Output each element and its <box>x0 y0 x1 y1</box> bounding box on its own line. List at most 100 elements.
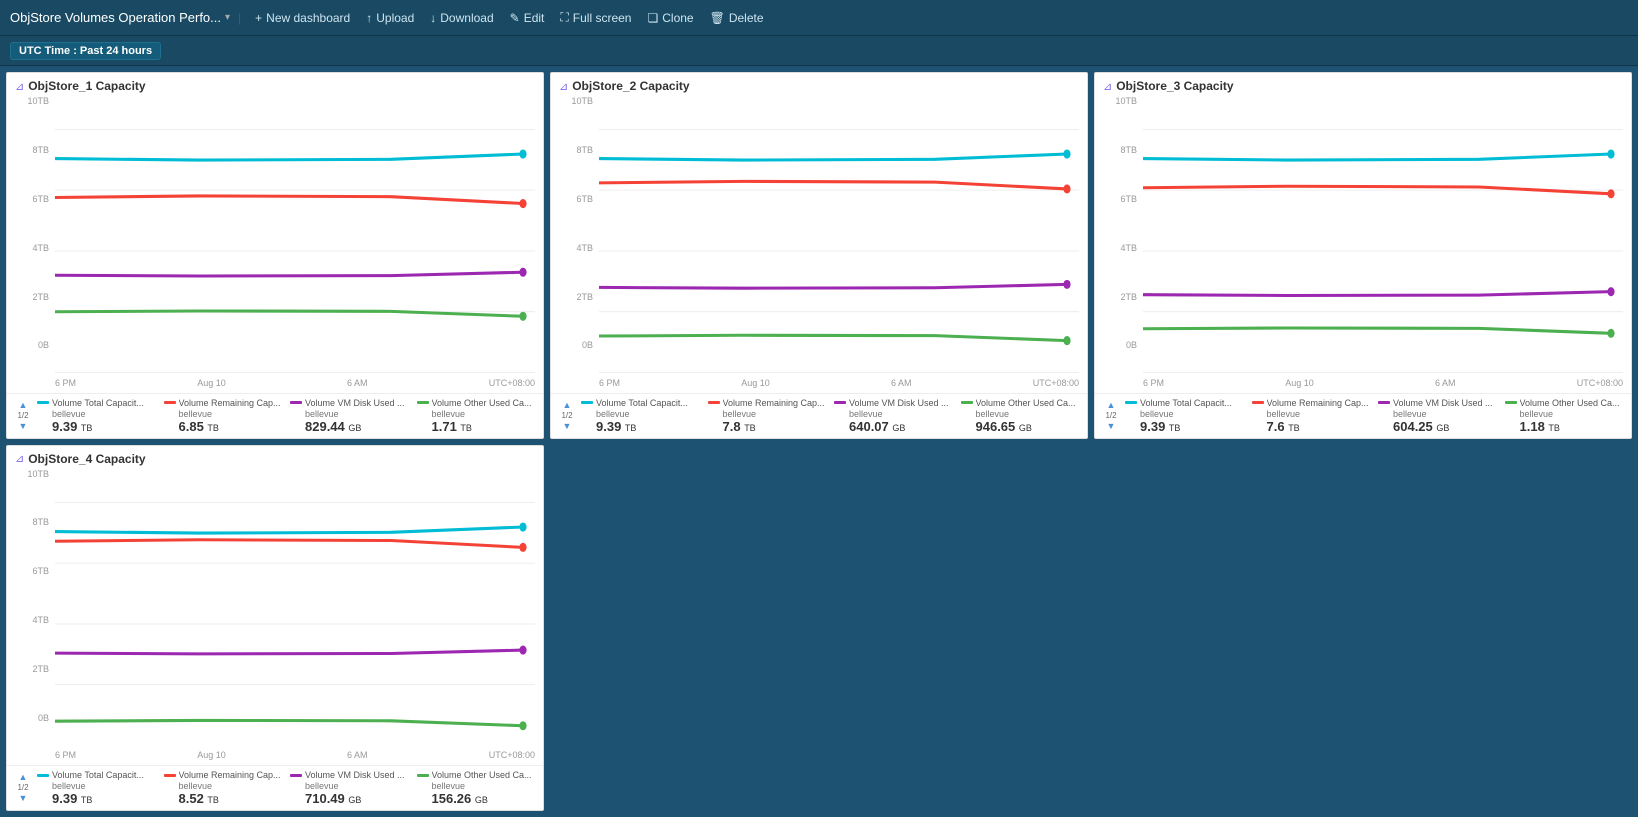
panel-3-title: ObjStore_3 Capacity <box>1116 79 1233 93</box>
chevron-down-icon[interactable]: ▼ <box>19 793 28 803</box>
legend-item: Volume VM Disk Used ...bellevue710.49 GB <box>290 770 411 806</box>
legend-items: Volume Total Capacit...bellevue9.39 TBVo… <box>581 398 1081 434</box>
chevron-down-icon[interactable]: ▼ <box>1107 421 1116 431</box>
legend-series-sub: bellevue <box>849 409 955 419</box>
chart-3-x-axis: 6 PMAug 106 AMUTC+08:00 <box>1095 373 1631 393</box>
x-axis-label: Aug 10 <box>1285 378 1314 388</box>
legend-items: Volume Total Capacit...bellevue9.39 TB Vo… <box>37 770 537 806</box>
line-0 <box>55 527 523 533</box>
y-axis-label: 2TB <box>7 293 49 302</box>
chart-1-x-axis: 6 PMAug 106 AMUTC+08:00 <box>7 373 543 393</box>
time-range-badge[interactable]: UTC Time : Past 24 hours <box>10 42 161 60</box>
download-btn[interactable]: ↓ Download <box>424 9 499 27</box>
y-axis-label: 8TB <box>1095 146 1137 155</box>
filter-icon[interactable]: ⊿ <box>1103 80 1112 93</box>
legend-series-sub: bellevue <box>305 409 411 419</box>
panel-4: ⊿ObjStore_4 Capacity0B2TB4TB6TB8TB10TB6 … <box>6 445 544 812</box>
legend-item: Volume Total Capacit...bellevue9.39 TB <box>37 770 158 806</box>
legend-item: Volume VM Disk Used ...bellevue640.07 GB <box>834 398 955 434</box>
legend-series-name: Volume Other Used Ca... <box>976 398 1076 408</box>
legend-series-sub: bellevue <box>432 781 538 791</box>
legend-item: Volume Total Capacit...bellevue9.39 TB <box>37 398 158 434</box>
y-axis-label: 4TB <box>551 244 593 253</box>
delete-btn[interactable]: 🗑 Delete <box>704 9 770 27</box>
y-axis-label: 10TB <box>1095 97 1137 106</box>
line-2 <box>55 650 523 654</box>
legend-color-bar <box>1378 401 1390 404</box>
upload-btn[interactable]: ↑ Upload <box>360 9 420 27</box>
line-2 <box>1143 292 1611 296</box>
y-axis-label: 0B <box>7 341 49 350</box>
legend-series-name: Volume Total Capacit... <box>52 398 144 408</box>
legend-series-value: 6.85 TB <box>179 419 285 434</box>
legend-color-bar <box>581 401 593 404</box>
legend-series-value: 9.39 TB <box>1140 419 1246 434</box>
line-1 <box>55 539 523 547</box>
y-axis-label: 2TB <box>1095 293 1137 302</box>
x-axis-label: UTC+08:00 <box>489 378 535 388</box>
panel-1-title: ObjStore_1 Capacity <box>28 79 145 93</box>
line-0 <box>599 154 1067 160</box>
chart-4-y-axis: 0B2TB4TB6TB8TB10TB <box>7 468 53 726</box>
filter-icon[interactable]: ⊿ <box>15 452 24 465</box>
legend-series-value: 946.65 GB <box>976 419 1082 434</box>
x-axis-label: 6 AM <box>1435 378 1456 388</box>
chart-3-container: 0B2TB4TB6TB8TB10TB6 PMAug 106 AMUTC+08:0… <box>1095 95 1631 393</box>
chevron-up-icon[interactable]: ▲ <box>19 400 28 410</box>
panel-3-legend: ▲1/2▼Volume Total Capacit...bellevue9.39… <box>1095 393 1631 438</box>
chart-2-y-axis: 0B2TB4TB6TB8TB10TB <box>551 95 597 353</box>
legend-item: Volume Other Used Ca...bellevue1.18 TB <box>1505 398 1626 434</box>
delete-icon: 🗑 <box>710 11 725 25</box>
legend-series-name: Volume Remaining Cap... <box>179 398 281 408</box>
legend-item: Volume Total Capacit...bellevue9.39 TB <box>1125 398 1246 434</box>
panel-4-legend: ▲1/2▼Volume Total Capacit...bellevue9.39… <box>7 765 543 810</box>
legend-series-sub: bellevue <box>52 781 158 791</box>
legend-item: Volume VM Disk Used ...bellevue829.44 GB <box>290 398 411 434</box>
legend-series-value: 9.39 TB <box>52 419 158 434</box>
legend-color-bar <box>961 401 973 404</box>
x-axis-label: UTC+08:00 <box>1033 378 1079 388</box>
chart-4-area: 0B2TB4TB6TB8TB10TB <box>7 468 543 746</box>
chart-4-x-axis: 6 PMAug 106 AMUTC+08:00 <box>7 745 543 765</box>
chevron-up-icon[interactable]: ▲ <box>19 772 28 782</box>
line-0 <box>1143 154 1611 160</box>
chevron-up-icon[interactable]: ▲ <box>563 400 572 410</box>
legend-series-sub: bellevue <box>1393 409 1499 419</box>
legend-series-name: Volume Remaining Cap... <box>179 770 281 780</box>
legend-series-sub: bellevue <box>52 409 158 419</box>
legend-series-sub: bellevue <box>1520 409 1626 419</box>
legend-series-name: Volume VM Disk Used ... <box>305 398 405 408</box>
x-axis-label: Aug 10 <box>197 750 226 760</box>
legend-series-name: Volume VM Disk Used ... <box>305 770 405 780</box>
legend-item: Volume Remaining Cap...bellevue7.6 TB <box>1252 398 1373 434</box>
title-chevron-icon[interactable]: ▾ <box>225 12 230 23</box>
chevron-down-icon[interactable]: ▼ <box>19 421 28 431</box>
new-dashboard-btn[interactable]: + New dashboard <box>249 9 356 27</box>
filter-icon[interactable]: ⊿ <box>559 80 568 93</box>
legend-series-name: Volume Other Used Ca... <box>432 770 532 780</box>
panel-3-header: ⊿ ObjStore_3 Capacity <box>1095 73 1631 95</box>
page-indicator: 1/2 <box>561 411 572 420</box>
panel-1: ⊿ObjStore_1 Capacity0B2TB4TB6TB8TB10TB6 … <box>6 72 544 439</box>
legend-series-sub: bellevue <box>179 409 285 419</box>
y-axis-label: 4TB <box>1095 244 1137 253</box>
chevron-down-icon[interactable]: ▼ <box>563 421 572 431</box>
legend-series-value: 7.6 TB <box>1267 419 1373 434</box>
edit-btn[interactable]: ✎ Edit <box>504 9 551 27</box>
legend-series-value: 9.39 TB <box>596 419 702 434</box>
chevron-up-icon[interactable]: ▲ <box>1107 400 1116 410</box>
clone-btn[interactable]: ❏ Clone <box>641 9 699 27</box>
x-axis-label: 6 PM <box>599 378 620 388</box>
legend-color-bar <box>37 774 49 777</box>
filter-icon[interactable]: ⊿ <box>15 80 24 93</box>
page-indicator: 1/2 <box>17 411 28 420</box>
panel-3: ⊿ObjStore_3 Capacity0B2TB4TB6TB8TB10TB6 … <box>1094 72 1632 439</box>
legend-series-sub: bellevue <box>1267 409 1373 419</box>
time-prefix: UTC Time : <box>19 45 80 57</box>
x-axis-label: 6 PM <box>55 378 76 388</box>
x-axis-label: Aug 10 <box>741 378 770 388</box>
chart-1-y-axis: 0B2TB4TB6TB8TB10TB <box>7 95 53 353</box>
legend-nav: ▲1/2▼ <box>13 398 33 431</box>
download-icon: ↓ <box>430 11 436 25</box>
fullscreen-btn[interactable]: ⛶ Full screen <box>554 8 637 27</box>
